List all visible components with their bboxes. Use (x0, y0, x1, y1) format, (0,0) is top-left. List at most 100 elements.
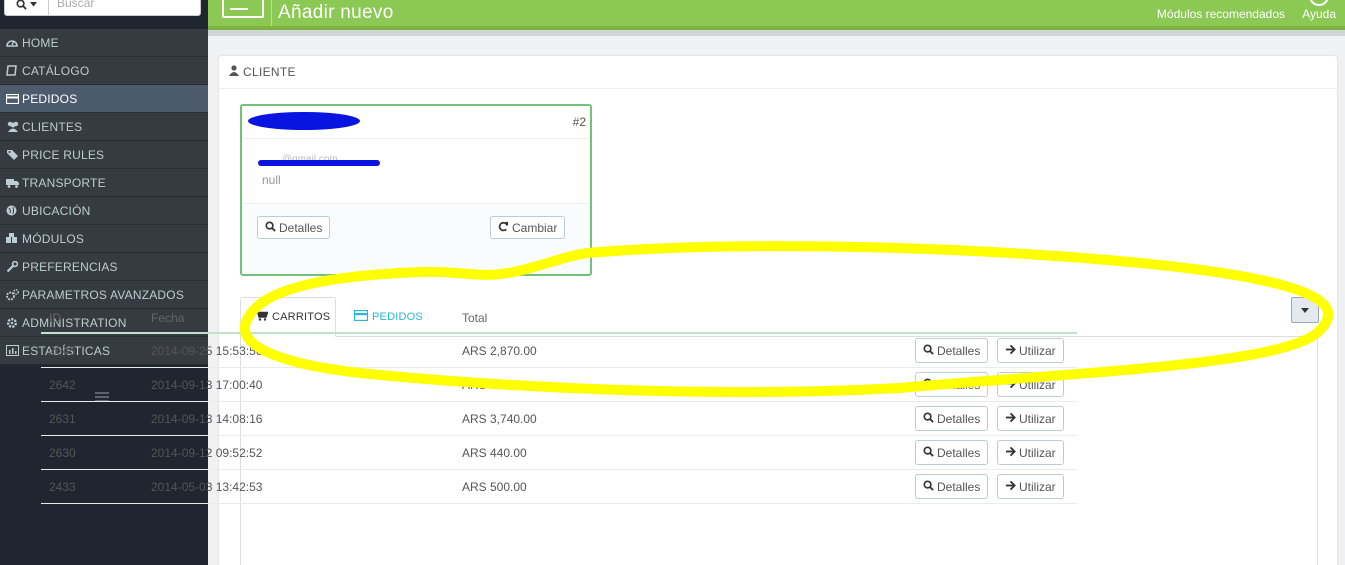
customer-card-footer: Detalles Cambiar (242, 203, 590, 274)
cart-details-button[interactable]: Detalles (915, 338, 989, 363)
carts-table: ID Fecha Total 2645 2014-09-25 15:53:56 … (41, 306, 1077, 504)
cart-use-button[interactable]: Utilizar (997, 474, 1064, 499)
cart-total: ARS 2,870.00 (462, 344, 537, 358)
arrow-right-icon (1005, 480, 1016, 494)
column-header-id: ID (49, 311, 61, 325)
help-icon (1309, 0, 1329, 6)
refresh-icon (498, 221, 509, 235)
search-type-button[interactable] (5, 0, 49, 15)
table-row: 2642 2014-09-13 17:00:40 ARS 0.00 Detall… (41, 368, 1077, 402)
cart-total: ARS 3,740.00 (462, 412, 537, 426)
table-row: 2433 2014-05-03 13:42:53 ARS 500.00 Deta… (41, 470, 1077, 504)
cart-use-button[interactable]: Utilizar (997, 372, 1064, 397)
help-button[interactable]: Ayuda (1302, 7, 1336, 21)
button-label: Detalles (937, 343, 981, 358)
sidebar-item-price-rules[interactable]: PRICE RULES (0, 141, 208, 169)
table-row: 2631 2014-09-13 14:08:16 ARS 3,740.00 De… (41, 402, 1077, 436)
change-customer-button[interactable]: Cambiar (490, 216, 566, 239)
bar-chart-icon (6, 345, 22, 356)
cart-details-button[interactable]: Detalles (915, 440, 989, 465)
cart-details-button[interactable]: Detalles (915, 474, 989, 499)
search-icon (923, 343, 934, 358)
table-row: 2645 2014-09-25 15:53:56 ARS 2,870.00 De… (41, 334, 1077, 368)
user-icon (229, 65, 239, 79)
search-field[interactable]: Buscar (4, 0, 201, 16)
recommended-modules-button[interactable]: Módulos recomendados (1157, 7, 1285, 21)
panel-title: CLIENTE (243, 65, 296, 79)
header-divider (271, 0, 272, 26)
cart-id: 2645 (49, 344, 76, 358)
sidebar-item-label: PRICE RULES (22, 147, 105, 162)
cart-use-button[interactable]: Utilizar (997, 406, 1064, 431)
cart-id: 2631 (49, 412, 76, 426)
table-header: ID Fecha Total (41, 306, 1077, 334)
sidebar-item-modules[interactable]: MÓDULOS (0, 225, 208, 253)
book-icon (6, 65, 22, 76)
button-label: Detalles (279, 220, 323, 235)
credit-card-icon (222, 0, 264, 18)
table-row: 2630 2014-09-12 09:52:52 ARS 440.00 Deta… (41, 436, 1077, 470)
cart-use-button[interactable]: Utilizar (997, 338, 1064, 363)
customer-details-button[interactable]: Detalles (257, 216, 331, 239)
customer-note: null (262, 173, 281, 187)
search-input[interactable]: Buscar (57, 0, 94, 10)
sidebar-item-label: PARAMETROS AVANZADOS (22, 287, 185, 302)
button-label: Cambiar (512, 220, 558, 235)
cart-total: ARS 500.00 (462, 480, 527, 494)
sidebar-item-customers[interactable]: CLIENTES (0, 113, 208, 141)
arrow-right-icon (1005, 412, 1016, 426)
sidebar-item-advanced-parameters[interactable]: PARAMETROS AVANZADOS (0, 281, 208, 309)
cogs-icon (6, 288, 22, 301)
cart-id: 2642 (49, 378, 76, 392)
sidebar-item-label: CLIENTES (22, 119, 83, 134)
caret-down-icon (30, 1, 37, 6)
sidebar-item-orders[interactable]: PEDIDOS (0, 85, 208, 113)
column-header-date: Fecha (151, 311, 185, 325)
sidebar-item-catalog[interactable]: CATÁLOGO (0, 57, 208, 85)
truck-icon (6, 178, 22, 188)
arrow-right-icon (1005, 446, 1016, 460)
redacted-email (258, 160, 380, 166)
sidebar-item-localization[interactable]: UBICACIÓN (0, 197, 208, 225)
search-icon (923, 377, 934, 392)
page-title: Añadir nuevo (278, 2, 394, 23)
cart-id: 2433 (49, 480, 76, 494)
sidebar-item-label: TRANSPORTE (22, 175, 106, 190)
cart-use-button[interactable]: Utilizar (997, 440, 1064, 465)
sidebar-item-shipping[interactable]: TRANSPORTE (0, 169, 208, 197)
credit-card-icon (6, 93, 22, 104)
cart-id: 2630 (49, 446, 76, 460)
dashboard-icon (6, 37, 22, 48)
cart-total: ARS 440.00 (462, 446, 527, 460)
cart-details-button[interactable]: Detalles (915, 372, 989, 397)
button-label: Detalles (937, 377, 981, 392)
sidebar-item-label: PREFERENCIAS (22, 259, 118, 274)
tab-toggle-button[interactable] (1291, 297, 1319, 323)
header-toolbar-strip (208, 30, 1345, 36)
button-label: Detalles (937, 445, 981, 460)
column-header-total: Total (462, 311, 488, 325)
button-label: Detalles (937, 479, 981, 494)
cart-date: 2014-09-12 09:52:52 (151, 446, 263, 460)
puzzle-icon (6, 233, 22, 244)
sidebar-item-preferences[interactable]: PREFERENCIAS (0, 253, 208, 281)
cart-date: 2014-09-25 15:53:56 (151, 344, 263, 358)
button-label: Utilizar (1019, 377, 1056, 392)
arrow-right-icon (1005, 378, 1016, 392)
arrow-right-icon (1005, 344, 1016, 358)
puzzle-icon (1215, 0, 1225, 4)
cart-details-button[interactable]: Detalles (915, 406, 989, 431)
sidebar-item-label: UBICACIÓN (22, 203, 91, 218)
globe-icon (6, 205, 22, 216)
cart-total: ARS 0.00 (462, 378, 514, 392)
sidebar-item-label: CATÁLOGO (22, 63, 90, 78)
redacted-name (248, 112, 360, 130)
sidebar-item-home[interactable]: HOME (0, 29, 208, 57)
tags-icon (6, 149, 22, 160)
search-icon (16, 0, 27, 10)
page-header: Añadir nuevo Módulos recomendados Ayuda (208, 0, 1345, 30)
search-icon (923, 411, 934, 426)
sidebar-item-label: HOME (22, 35, 59, 50)
button-label: Utilizar (1019, 479, 1056, 494)
panel-heading: CLIENTE (219, 56, 1337, 89)
